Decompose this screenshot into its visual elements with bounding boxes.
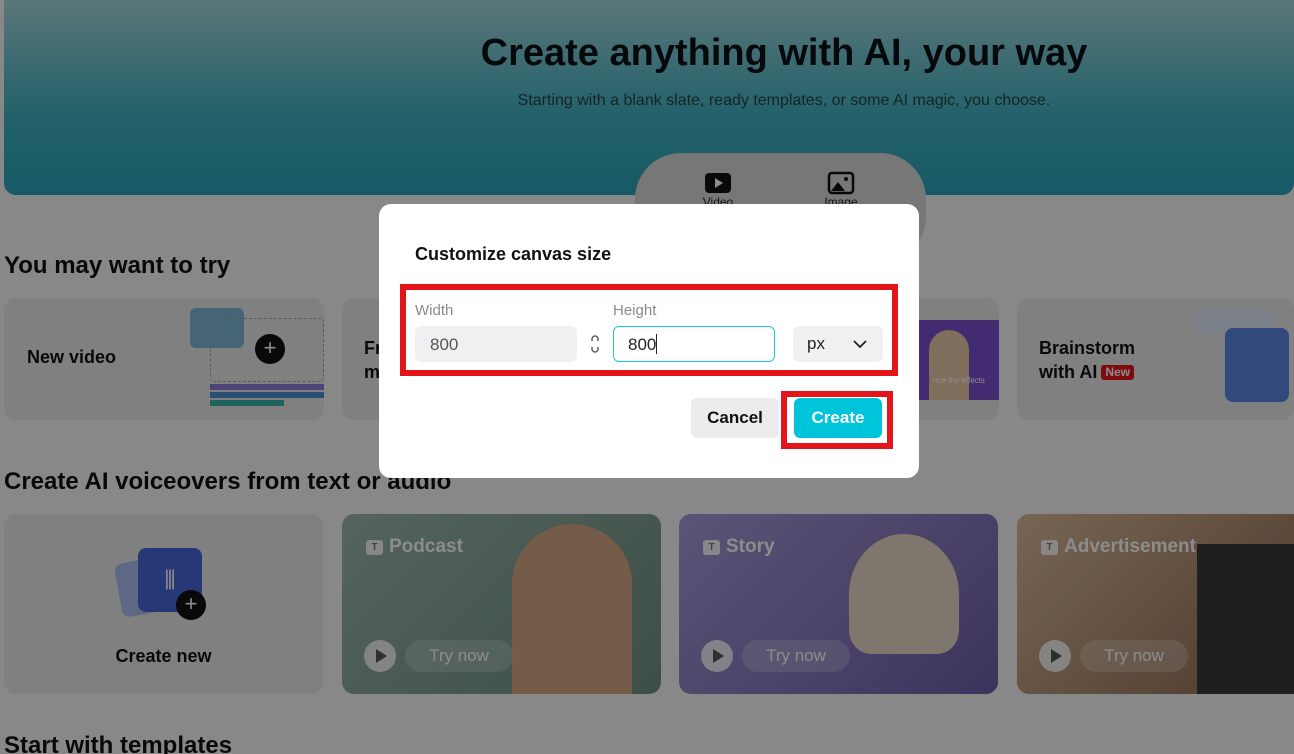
- dialog-title: Customize canvas size: [415, 244, 612, 264]
- canvas-size-dialog: Customize canvas size Width Height 800 8…: [379, 204, 919, 478]
- cancel-button[interactable]: Cancel: [691, 398, 779, 438]
- highlight-create-button: [781, 391, 893, 449]
- highlight-size-fields: [400, 284, 898, 376]
